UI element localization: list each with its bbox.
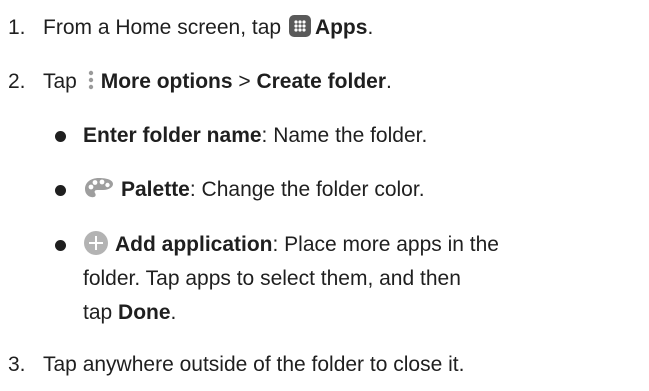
palette-label: Palette bbox=[121, 178, 190, 201]
bullet-text: tap bbox=[83, 301, 119, 324]
step-3: 3. Tap anywhere outside of the folder to … bbox=[8, 352, 464, 378]
step-number: 3. bbox=[8, 353, 26, 376]
bullet-text: : Place more apps in the bbox=[272, 233, 499, 256]
apps-grid-icon bbox=[288, 15, 311, 38]
instructions-page: 1. From a Home screen, tap Apps. 2. Tap Mo… bbox=[0, 0, 649, 391]
palette-icon bbox=[83, 176, 115, 200]
step-punctuation: . bbox=[170, 301, 177, 324]
step-text: From a Home screen, tap bbox=[43, 16, 282, 39]
step-1: 1. From a Home screen, tap Apps. bbox=[8, 15, 373, 41]
apps-label: Apps bbox=[314, 16, 368, 39]
step-number: 2. bbox=[8, 70, 26, 93]
bullet-text: : Change the folder color. bbox=[189, 178, 425, 201]
done-label: Done bbox=[118, 301, 171, 324]
bullet-text: folder. Tap apps to select them, and the… bbox=[83, 267, 461, 290]
bullet-dot bbox=[55, 131, 66, 142]
more-options-icon bbox=[87, 68, 95, 92]
enter-folder-name-label: Enter folder name bbox=[83, 124, 262, 147]
add-application-label: Add application bbox=[115, 233, 273, 256]
step-text: Tap bbox=[43, 70, 77, 93]
bullet-dot bbox=[55, 240, 66, 251]
create-folder-label: Create folder bbox=[256, 70, 387, 93]
more-options-label: More options bbox=[100, 70, 233, 93]
separator: > bbox=[232, 70, 257, 93]
bullet-add-application-line-2: folder. Tap apps to select them, and the… bbox=[83, 266, 461, 292]
bullet-palette: Palette: Change the folder color. bbox=[83, 177, 425, 203]
step-number: 1. bbox=[8, 16, 26, 39]
step-2: 2. Tap More options > Create folder. bbox=[8, 69, 392, 95]
step-text: Tap anywhere outside of the folder to cl… bbox=[43, 353, 465, 376]
bullet-dot bbox=[55, 185, 66, 196]
step-punctuation: . bbox=[367, 16, 374, 39]
bullet-enter-folder-name: Enter folder name: Name the folder. bbox=[83, 123, 427, 149]
add-circle-icon bbox=[83, 230, 109, 256]
step-punctuation: . bbox=[386, 70, 392, 93]
bullet-text: : Name the folder. bbox=[261, 124, 428, 147]
bullet-add-application: Add application: Place more apps in the bbox=[83, 230, 499, 258]
bullet-add-application-line-3: tap Done. bbox=[83, 300, 176, 326]
